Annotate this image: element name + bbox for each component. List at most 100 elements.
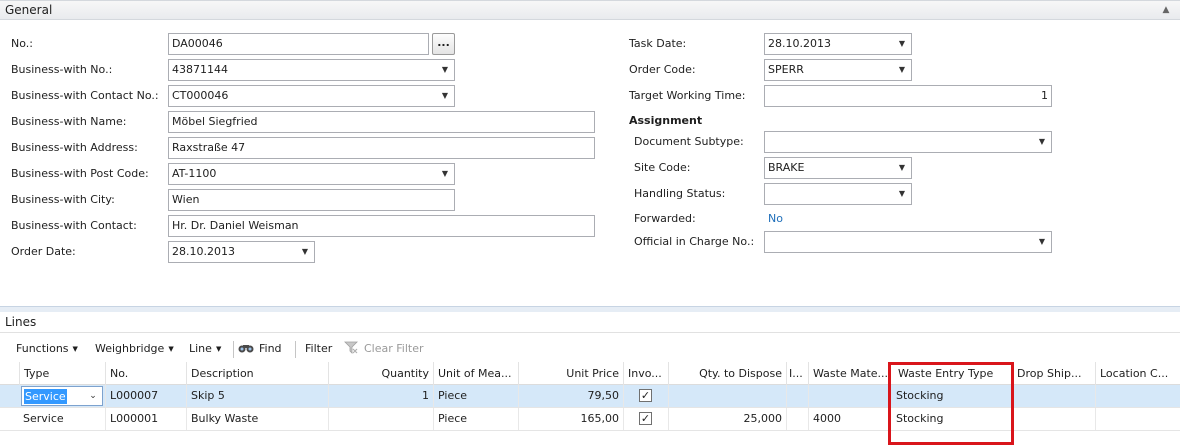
business-with-address-value: Raxstraße 47 [172, 141, 246, 154]
document-subtype-field[interactable]: ▼ [764, 131, 1052, 153]
general-section-header[interactable]: General ▲ [0, 0, 1180, 20]
column-header-collapsed[interactable]: I... [786, 362, 808, 385]
cell-type[interactable]: Service [19, 408, 105, 430]
document-subtype-label: Document Subtype: [634, 135, 744, 148]
order-date-value: 28.10.2013 [172, 245, 235, 258]
cell-collapsed[interactable] [786, 408, 808, 430]
cell-no[interactable]: L000001 [105, 408, 186, 430]
order-code-field[interactable]: SPERR ▼ [764, 59, 912, 81]
business-with-city-label: Business-with City: [11, 193, 115, 206]
forwarded-value[interactable]: No [768, 212, 783, 226]
business-with-post-code-field[interactable]: AT-1100 ▼ [168, 163, 455, 185]
cell-drop-shipment[interactable] [1012, 385, 1095, 407]
type-select[interactable]: Service ⌄ [21, 386, 103, 406]
order-date-field[interactable]: 28.10.2013 ▼ [168, 241, 315, 263]
column-header-unit-of-measure[interactable]: Unit of Mea... [433, 362, 518, 385]
column-header-drop-shipment[interactable]: Drop Ship... [1012, 362, 1095, 385]
business-with-contact-field[interactable]: Hr. Dr. Daniel Weisman [168, 215, 595, 237]
assist-edit-button[interactable]: ... [432, 33, 455, 55]
cell-waste-material[interactable] [808, 385, 890, 407]
find-label: Find [259, 342, 282, 355]
cell-qty-to-dispose[interactable]: 25,000 [668, 408, 786, 430]
collapse-general-icon[interactable]: ▲ [1160, 4, 1172, 16]
chevron-down-icon[interactable]: ⌄ [86, 387, 100, 405]
cell-invoice[interactable]: ✓ [623, 408, 668, 430]
cell-description[interactable]: Skip 5 [186, 385, 328, 407]
cell-location-code[interactable] [1095, 408, 1180, 430]
cell-location-code[interactable] [1095, 385, 1180, 407]
site-code-field[interactable]: BRAKE ▼ [764, 157, 912, 179]
cell-qty-to-dispose[interactable] [668, 385, 786, 407]
invoice-checkbox[interactable]: ✓ [639, 412, 652, 425]
column-header-description[interactable]: Description [186, 362, 328, 385]
business-with-name-value: Möbel Siegfried [172, 115, 258, 128]
business-with-city-field[interactable]: Wien [168, 189, 455, 211]
chevron-down-icon[interactable]: ▼ [1035, 132, 1049, 152]
chevron-down-icon[interactable]: ▼ [438, 164, 452, 184]
business-with-contact-value: Hr. Dr. Daniel Weisman [172, 219, 299, 232]
cell-unit-of-measure[interactable]: Piece [433, 408, 518, 430]
target-working-time-label: Target Working Time: [629, 89, 746, 102]
lines-section-header[interactable]: Lines [0, 313, 1180, 333]
section-splitter[interactable] [0, 306, 1180, 312]
cell-unit-price[interactable]: 165,00 [518, 408, 623, 430]
caret-down-icon: ▼ [168, 345, 174, 353]
lines-title: Lines [5, 315, 37, 329]
cell-collapsed[interactable] [786, 385, 808, 407]
row-selector[interactable] [0, 385, 18, 407]
task-date-label: Task Date: [629, 37, 687, 50]
general-title: General [5, 3, 53, 17]
line-menu[interactable]: Line ▼ [189, 341, 221, 357]
clear-filter-button[interactable]: Clear Filter [344, 341, 424, 359]
column-header-invoice[interactable]: Invo... [623, 362, 668, 385]
functions-label: Functions [16, 342, 69, 355]
column-header-no[interactable]: No. [105, 362, 186, 385]
task-date-field[interactable]: 28.10.2013 ▼ [764, 33, 912, 55]
find-button[interactable]: Find [238, 341, 282, 359]
filter-button[interactable]: Filter [305, 341, 332, 357]
cell-unit-price[interactable]: 79,50 [518, 385, 623, 407]
business-with-name-field[interactable]: Möbel Siegfried [168, 111, 595, 133]
chevron-down-icon[interactable]: ▼ [1035, 232, 1049, 252]
business-with-no-field[interactable]: 43871144 ▼ [168, 59, 455, 81]
business-with-contact-no-field[interactable]: CT000046 ▼ [168, 85, 455, 107]
column-header-waste-material[interactable]: Waste Mate... [808, 362, 890, 385]
chevron-down-icon[interactable]: ▼ [895, 60, 909, 80]
cell-type-value: Service [23, 412, 64, 425]
type-select-value: Service [24, 389, 67, 404]
column-header-qty-to-dispose[interactable]: Qty. to Dispose [668, 362, 786, 385]
target-working-time-field[interactable]: 1 [764, 85, 1052, 107]
business-with-post-code-label: Business-with Post Code: [11, 167, 149, 180]
weighbridge-menu[interactable]: Weighbridge ▼ [95, 341, 174, 357]
cell-drop-shipment[interactable] [1012, 408, 1095, 430]
chevron-down-icon[interactable]: ▼ [895, 158, 909, 178]
business-with-address-field[interactable]: Raxstraße 47 [168, 137, 595, 159]
no-field[interactable]: DA00046 [168, 33, 429, 55]
cell-quantity[interactable]: 1 [328, 385, 433, 407]
filter-label: Filter [305, 342, 333, 355]
chevron-down-icon[interactable]: ▼ [298, 242, 312, 262]
column-header-location-code[interactable]: Location C... [1095, 362, 1180, 385]
handling-status-field[interactable]: ▼ [764, 183, 912, 205]
cell-unit-of-measure[interactable]: Piece [433, 385, 518, 407]
cell-quantity[interactable] [328, 408, 433, 430]
cell-description[interactable]: Bulky Waste [186, 408, 328, 430]
order-code-label: Order Code: [629, 63, 696, 76]
chevron-down-icon[interactable]: ▼ [438, 86, 452, 106]
cell-invoice[interactable]: ✓ [623, 385, 668, 407]
caret-down-icon: ▼ [72, 345, 78, 353]
cell-waste-material[interactable]: 4000 [808, 408, 890, 430]
row-selector[interactable] [0, 408, 18, 430]
official-in-charge-no-field[interactable]: ▼ [764, 231, 1052, 253]
cell-no[interactable]: L000007 [105, 385, 186, 407]
target-working-time-value: 1 [1041, 89, 1048, 102]
column-header-type[interactable]: Type [19, 362, 105, 385]
chevron-down-icon[interactable]: ▼ [895, 184, 909, 204]
column-header-quantity[interactable]: Quantity [328, 362, 433, 385]
functions-menu[interactable]: Functions ▼ [16, 341, 78, 357]
column-header-unit-price[interactable]: Unit Price [518, 362, 623, 385]
clear-filter-icon [344, 341, 360, 359]
invoice-checkbox[interactable]: ✓ [639, 389, 652, 402]
chevron-down-icon[interactable]: ▼ [438, 60, 452, 80]
chevron-down-icon[interactable]: ▼ [895, 34, 909, 54]
